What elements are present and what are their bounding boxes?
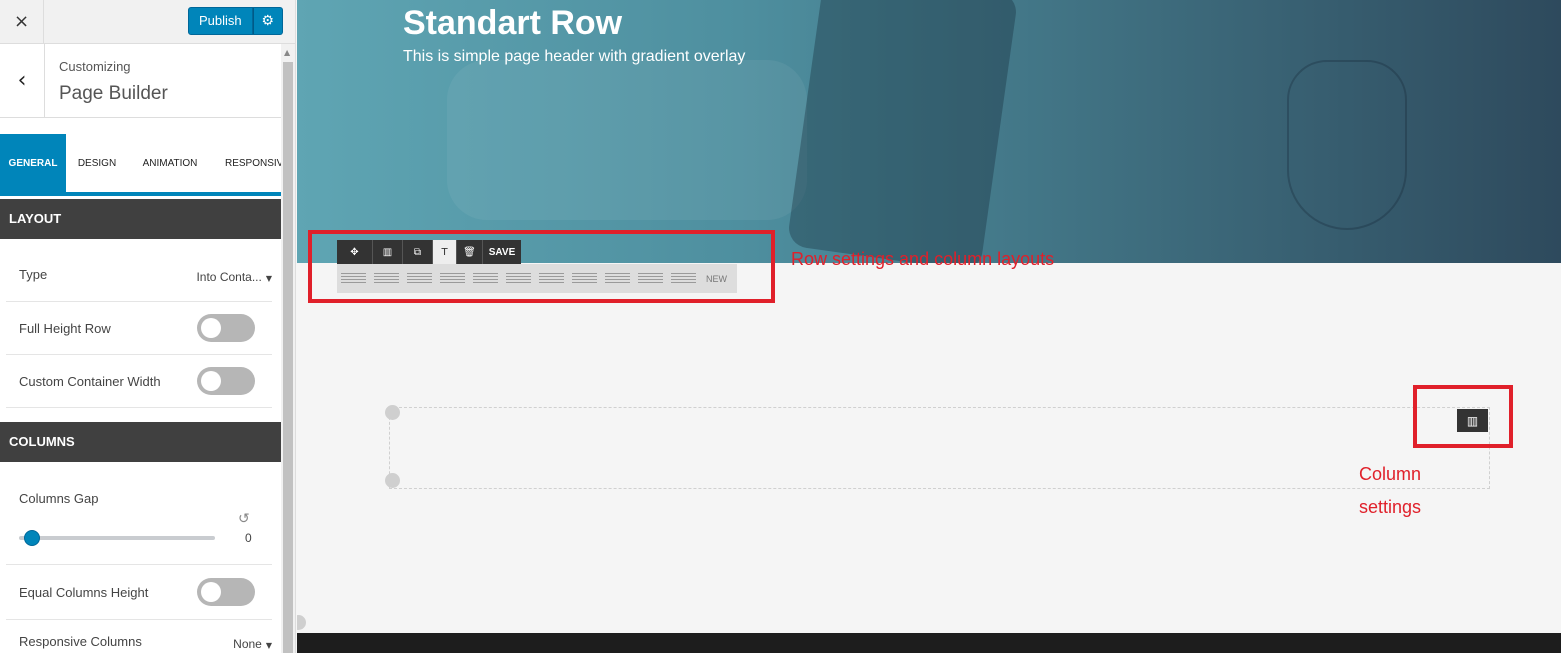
- tab-design[interactable]: DESIGN: [66, 134, 128, 192]
- equal-height-toggle[interactable]: [197, 578, 255, 606]
- close-icon[interactable]: ×: [0, 0, 44, 43]
- layout-heading: LAYOUT: [0, 199, 281, 239]
- hero-background-phone: [786, 0, 1019, 263]
- customizer-header: ‹ Customizing Page Builder: [0, 44, 281, 118]
- scrollbar-thumb[interactable]: [283, 62, 293, 653]
- tab-general[interactable]: GENERAL: [0, 134, 66, 192]
- annotation-row-note: Row settings and column layouts: [791, 249, 1055, 269]
- columns-gap-value: 0: [245, 531, 252, 545]
- hero-background-shape: [447, 60, 807, 220]
- custom-width-toggle[interactable]: [197, 367, 255, 395]
- custom-width-row: Custom Container Width: [6, 355, 272, 408]
- responsive-columns-row: Responsive Columns None ▼: [6, 620, 272, 653]
- annotation-box-column: [1413, 385, 1513, 448]
- full-height-toggle[interactable]: [197, 314, 255, 342]
- page-title: Standart Row: [403, 4, 623, 42]
- publish-group: Publish ⚙: [188, 7, 283, 35]
- type-row: Type Into Conta... ▼: [6, 249, 272, 302]
- customizing-label: Customizing: [59, 59, 131, 74]
- slider-handle[interactable]: [24, 530, 40, 546]
- responsive-columns-label: Responsive Columns: [19, 634, 142, 649]
- full-height-label: Full Height Row: [19, 321, 111, 336]
- type-select-value: Into Conta...: [196, 270, 262, 284]
- type-select[interactable]: Into Conta... ▼: [196, 270, 272, 284]
- page-footer: [297, 633, 1561, 653]
- scroll-up-icon[interactable]: ▲: [284, 48, 290, 57]
- columns-gap-row: Columns Gap: [6, 472, 272, 565]
- annotation-column-note-1: Column: [1359, 464, 1422, 484]
- column-handle-bottom[interactable]: [385, 473, 400, 488]
- equal-height-row: Equal Columns Height: [6, 565, 272, 620]
- tab-responsive[interactable]: RESPONSIV: [212, 134, 281, 192]
- toggle-knob: [201, 318, 221, 338]
- columns-heading: COLUMNS: [0, 422, 281, 462]
- back-icon[interactable]: ‹: [0, 44, 45, 117]
- columns-gap-label: Columns Gap: [19, 491, 99, 506]
- row-handle[interactable]: [297, 615, 306, 630]
- full-height-row: Full Height Row: [6, 302, 272, 355]
- page-subtitle: This is simple page header with gradient…: [403, 48, 746, 65]
- equal-height-label: Equal Columns Height: [19, 585, 149, 600]
- type-label: Type: [19, 267, 48, 282]
- tab-animation[interactable]: ANIMATION: [128, 134, 212, 192]
- settings-tabs: GENERAL DESIGN ANIMATION RESPONSIV: [0, 134, 281, 196]
- gear-icon[interactable]: ⚙: [252, 7, 283, 35]
- column-handle-top[interactable]: [385, 405, 400, 420]
- annotation-box-row: [308, 230, 775, 303]
- sidebar-scrollbar[interactable]: ▲: [281, 44, 295, 653]
- page-preview: Standart Row This is simple page header …: [297, 0, 1561, 653]
- toggle-knob: [201, 582, 221, 602]
- responsive-columns-select[interactable]: None ▼: [233, 637, 272, 651]
- toggle-knob: [201, 371, 221, 391]
- page-header: Standart Row This is simple page header …: [297, 0, 1561, 263]
- section-title: Page Builder: [59, 83, 168, 104]
- customizer-sidebar: × Publish ⚙ ‹ Customizing Page Builder G…: [0, 0, 296, 653]
- custom-width-label: Custom Container Width: [19, 374, 161, 389]
- hero-background-glass: [1287, 60, 1407, 230]
- caret-down-icon: ▼: [265, 641, 272, 650]
- reset-icon[interactable]: ↺: [238, 511, 250, 527]
- columns-gap-slider[interactable]: [19, 536, 215, 540]
- caret-down-icon: ▼: [265, 274, 272, 283]
- column-placeholder: [389, 407, 1490, 489]
- responsive-columns-value: None: [233, 637, 262, 651]
- publish-button[interactable]: Publish: [188, 7, 253, 35]
- annotation-column-note-2: settings: [1359, 497, 1422, 517]
- customizer-topbar: × Publish ⚙: [0, 0, 295, 44]
